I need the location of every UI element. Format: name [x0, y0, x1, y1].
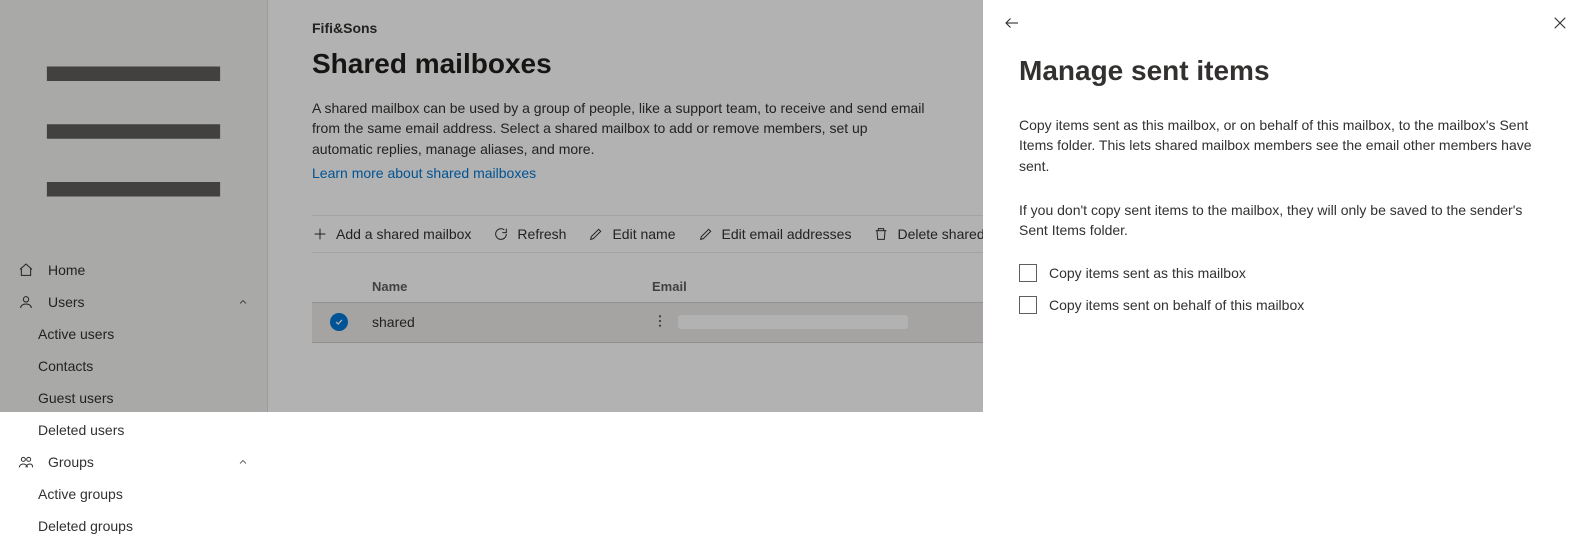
flyout-panel: Manage sent items Copy items sent as thi… — [983, 0, 1589, 540]
back-button[interactable] — [1003, 14, 1021, 35]
nav-active-groups[interactable]: Active groups — [0, 478, 267, 510]
checkbox-sent-on-behalf-label: Copy items sent on behalf of this mailbo… — [1049, 297, 1304, 313]
close-icon — [1551, 14, 1569, 32]
checkbox-icon — [1019, 296, 1037, 314]
nav-deleted-users[interactable]: Deleted users — [0, 414, 267, 446]
close-button[interactable] — [1551, 14, 1569, 35]
checkbox-sent-as-label: Copy items sent as this mailbox — [1049, 265, 1246, 281]
checkbox-sent-on-behalf[interactable]: Copy items sent on behalf of this mailbo… — [1019, 296, 1553, 314]
modal-scrim[interactable] — [0, 0, 983, 412]
nav-deleted-groups[interactable]: Deleted groups — [0, 510, 267, 540]
groups-icon — [18, 454, 34, 470]
panel-paragraph-2: If you don't copy sent items to the mail… — [1019, 200, 1553, 241]
checkbox-icon — [1019, 264, 1037, 282]
nav-groups-label: Groups — [48, 454, 94, 470]
checkbox-sent-as[interactable]: Copy items sent as this mailbox — [1019, 264, 1553, 282]
chevron-up-icon — [237, 456, 249, 468]
panel-paragraph-1: Copy items sent as this mailbox, or on b… — [1019, 115, 1553, 176]
panel-title: Manage sent items — [1019, 55, 1553, 87]
arrow-left-icon — [1003, 14, 1021, 32]
nav-groups[interactable]: Groups — [0, 446, 267, 478]
